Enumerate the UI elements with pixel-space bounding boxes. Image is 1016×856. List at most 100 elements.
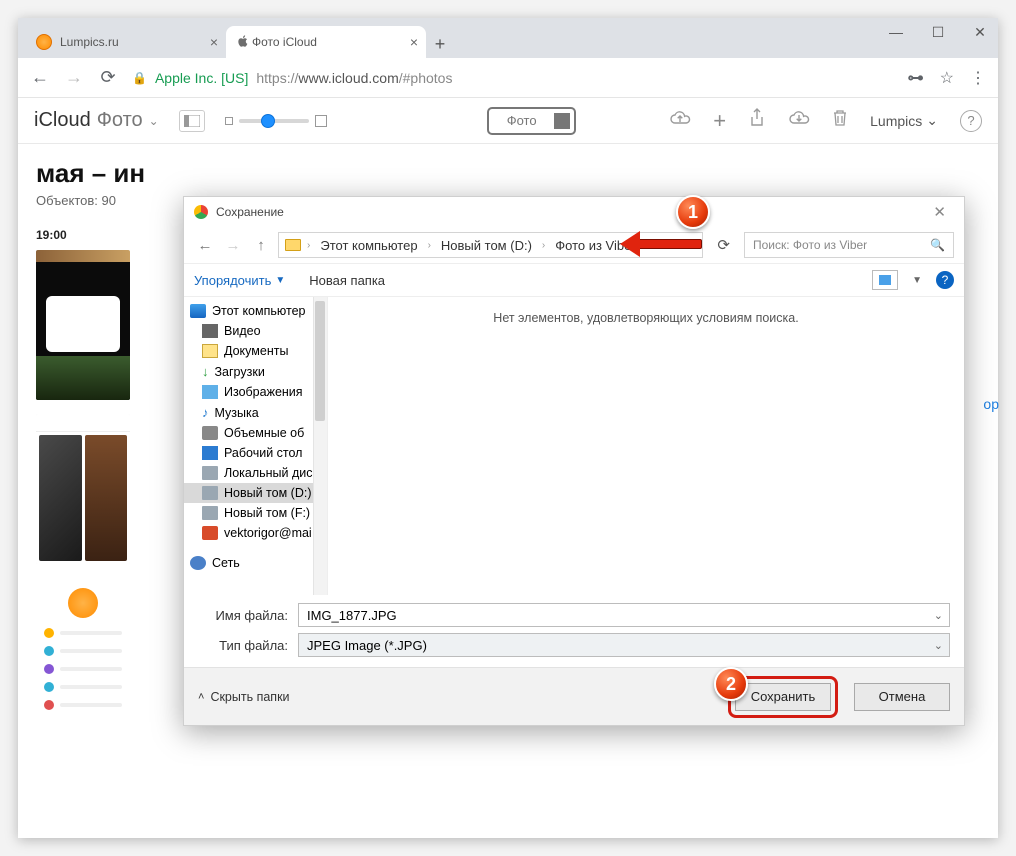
thumbnail-column [36,250,130,728]
dlg-back-icon[interactable]: ← [194,237,216,254]
hide-folders-toggle[interactable]: ˄Скрыть папки [198,690,290,704]
nav-back-icon[interactable]: ← [30,67,50,88]
new-tab-button[interactable]: + [426,30,454,58]
chrome-menu-icon[interactable]: ⋮ [970,68,986,88]
window-minimize-icon[interactable]: — [884,24,908,41]
tree-video[interactable]: Видео [184,321,327,341]
tab-icloud-photos[interactable]: Фото iCloud × [226,26,426,58]
key-icon[interactable]: ⊶ [908,68,924,88]
lock-icon: 🔒 [132,71,147,85]
nav-forward-icon[interactable]: → [64,67,84,88]
dialog-toolbar: Упорядочить ▼ Новая папка ▼ ? [184,263,964,297]
tree-drive-d[interactable]: Новый том (D:) [184,483,327,503]
network-icon [190,556,206,570]
filename-input[interactable]: IMG_1877.JPG⌄ [298,603,950,627]
documents-icon [202,344,218,358]
photos-albums-toggle[interactable]: Фото [487,107,576,135]
url-secure-org: Apple Inc. [US] [155,70,248,86]
tab-close-icon[interactable]: × [210,34,218,50]
sidebar-toggle-icon[interactable] [179,110,205,132]
toggle-albums-icon [554,113,570,129]
tree-desktop[interactable]: Рабочий стол [184,443,327,463]
tree-local-disk[interactable]: Локальный дис [184,463,327,483]
thumbnail-zoom-slider[interactable] [225,115,327,127]
dialog-nav-row: ← → ↑ › Этот компьютер › Новый том (D:) … [184,227,964,263]
tree-this-pc[interactable]: Этот компьютер [184,301,327,321]
dialog-title: Сохранение [216,205,284,219]
folder-icon [285,239,301,251]
cloud-upload-icon[interactable] [669,109,691,133]
filetype-select[interactable]: JPEG Image (*.JPG)⌄ [298,633,950,657]
icloud-brand[interactable]: iCloud Фото ⌄ [34,109,159,132]
tab-title: Lumpics.ru [60,35,119,49]
url-field[interactable]: 🔒 Apple Inc. [US] https://www.icloud.com… [132,70,894,86]
tree-email-account[interactable]: vektorigor@mai [184,523,327,543]
crumb-this-pc[interactable]: Этот компьютер [316,238,421,253]
drive-icon [202,466,218,480]
chevron-right-icon: › [540,240,547,251]
caret-down-icon[interactable]: ⌄ [934,609,943,622]
dlg-search-input[interactable]: Поиск: Фото из Viber 🔍 [744,232,954,258]
tree-music[interactable]: ♪Музыка [184,402,327,423]
folder-tree[interactable]: Этот компьютер Видео Документы ↓Загрузки… [184,297,328,595]
crumb-drive-d[interactable]: Новый том (D:) [437,238,536,253]
tab-lumpics[interactable]: Lumpics.ru × [26,26,226,58]
caret-down-icon[interactable]: ▼ [912,275,922,286]
organize-menu[interactable]: Упорядочить ▼ [194,273,285,288]
tree-3d-objects[interactable]: Объемные об [184,423,327,443]
caret-down-icon[interactable]: ⌄ [934,639,943,652]
save-as-dialog: Сохранение ✕ ← → ↑ › Этот компьютер › Но… [183,196,965,726]
help-icon[interactable]: ? [960,110,982,132]
favicon-lumpics [36,34,52,50]
dlg-refresh-icon[interactable]: ⟳ [709,236,738,254]
icloud-toolbar: iCloud Фото ⌄ Фото + [18,98,998,144]
music-icon: ♪ [202,405,209,420]
file-list-pane[interactable]: Нет элементов, удовлетворяющих условиям … [328,297,964,595]
dialog-footer: ˄Скрыть папки Сохранить Отмена [184,667,964,725]
tree-images[interactable]: Изображения [184,382,327,402]
trash-icon[interactable] [832,109,848,133]
save-button[interactable]: Сохранить [735,683,831,711]
cloud-download-icon[interactable] [788,109,810,133]
tree-documents[interactable]: Документы [184,341,327,361]
window-close-icon[interactable]: ✕ [968,24,992,41]
search-icon: 🔍 [930,238,945,252]
tab-close-icon[interactable]: × [410,34,418,50]
dlg-up-icon[interactable]: ↑ [250,237,272,254]
add-icon[interactable]: + [713,108,726,134]
annotation-arrow-1 [638,239,702,249]
user-menu[interactable]: Lumpics⌄ [870,112,938,129]
mail-icon [202,526,218,540]
download-arrow-icon: ↓ [202,364,209,379]
filename-label: Имя файла: [198,608,288,623]
tree-network[interactable]: Сеть [184,553,327,573]
caret-down-icon: ▼ [275,275,285,286]
tree-scrollbar[interactable] [313,297,327,595]
cancel-button[interactable]: Отмена [854,683,950,711]
annotation-badge-2: 2 [714,667,748,701]
dialog-help-icon[interactable]: ? [936,271,954,289]
tree-downloads[interactable]: ↓Загрузки [184,361,327,382]
dialog-fields: Имя файла: IMG_1877.JPG⌄ Тип файла: JPEG… [184,595,964,657]
new-folder-button[interactable]: Новая папка [309,273,385,288]
chevron-right-icon: › [426,240,433,251]
filetype-label: Тип файла: [198,638,288,653]
view-mode-picker[interactable] [872,270,898,290]
photo-thumbnail[interactable] [36,250,130,400]
chrome-app-icon [194,205,208,219]
dlg-forward-icon[interactable]: → [222,237,244,254]
annotation-badge-1: 1 [676,195,710,229]
brand-foto: Фото [97,109,143,132]
chevron-right-icon: › [305,240,312,251]
toggle-photo-label: Фото [493,113,551,128]
nav-reload-icon[interactable]: ⟳ [98,67,118,88]
share-icon[interactable] [748,108,766,134]
tree-drive-f[interactable]: Новый том (F:) [184,503,327,523]
window-maximize-icon[interactable]: ☐ [926,24,950,41]
dialog-close-icon[interactable]: ✕ [925,203,954,221]
drive-icon [202,506,218,520]
peek-text: ор [983,396,999,412]
photo-thumbnail[interactable] [36,414,130,564]
bookmark-star-icon[interactable]: ☆ [940,68,954,88]
images-icon [202,385,218,399]
